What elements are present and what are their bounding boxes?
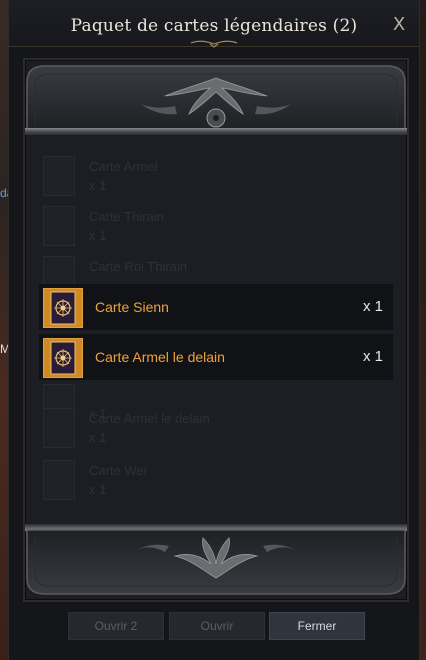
faded-item-qty: x 1 — [89, 178, 107, 193]
faded-list-item: Carte Armel le delain x 1 — [43, 408, 343, 448]
title-bar: Paquet de cartes légendaires (2) X — [9, 0, 419, 48]
item-quantity: x 1 — [362, 298, 383, 315]
item-quantity: x 1 — [362, 348, 383, 365]
faded-item-qty: x 1 — [89, 482, 107, 497]
list-item-carte-sienn[interactable]: Carte Sienn x 1 — [39, 284, 393, 330]
faded-item-qty: x 1 — [89, 228, 107, 243]
card-pack-window: Paquet de cartes légendaires (2) X Carte… — [8, 0, 420, 660]
open-button[interactable]: Ouvrir — [169, 612, 265, 640]
faded-item-name: Carte Roi Thirain — [89, 259, 188, 274]
faded-list-item: Carte Armel x 1 — [43, 156, 343, 196]
faded-item-name: Carte Thirain — [89, 209, 164, 224]
faded-list-item: Carte Thirain x 1 — [43, 206, 343, 246]
close-button[interactable]: X — [388, 14, 410, 36]
item-name: Carte Sienn — [95, 299, 169, 315]
card-list-frame: Carte Armel x 1 Carte Thirain x 1 Carte … — [23, 58, 409, 602]
faded-item-name: Carte Armel le delain — [89, 411, 210, 426]
bottom-ornament — [25, 524, 407, 595]
card-icon — [43, 288, 83, 328]
card-icon — [43, 338, 83, 378]
window-title: Paquet de cartes légendaires (2) — [70, 16, 358, 36]
card-icon — [43, 206, 75, 246]
faded-item-qty: x 1 — [89, 430, 107, 445]
top-ornament — [25, 65, 407, 135]
card-icon — [43, 460, 75, 500]
card-list: Carte Armel x 1 Carte Thirain x 1 Carte … — [25, 146, 407, 516]
open-2-button[interactable]: Ouvrir 2 — [68, 612, 164, 640]
faded-item-name: Carte Armel — [89, 159, 158, 174]
card-icon — [43, 156, 75, 196]
faded-item-name: Carte Wei — [89, 463, 147, 478]
faded-list-item: Carte Wei x 1 — [43, 460, 343, 500]
item-name: Carte Armel le delain — [95, 349, 225, 365]
title-ornament — [190, 40, 238, 48]
list-item-carte-armel-le-delain[interactable]: Carte Armel le delain x 1 — [39, 334, 393, 380]
close-window-button[interactable]: Fermer — [269, 612, 365, 640]
card-icon — [43, 408, 75, 448]
